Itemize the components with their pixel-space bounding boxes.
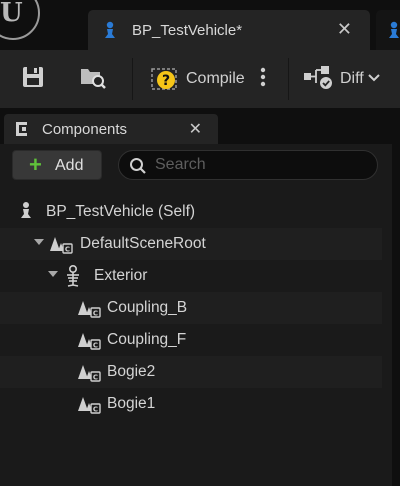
save-icon xyxy=(20,64,46,95)
components-icon xyxy=(13,120,33,143)
tree-row-label: Exterior xyxy=(94,267,148,284)
tab-components[interactable]: Components ✕ xyxy=(4,114,218,144)
tree-row-coupling-f[interactable]: C Coupling_F xyxy=(0,324,382,356)
blueprint-toolbar: ? Compile Diff xyxy=(0,50,400,108)
tree-row-label: Bogie2 xyxy=(107,363,156,380)
svg-text:C: C xyxy=(93,373,98,381)
document-tab-secondary[interactable] xyxy=(376,10,400,50)
compile-warning-icon: ? xyxy=(150,65,180,93)
tree-row-label: DefaultSceneRoot xyxy=(80,235,206,252)
scene-component-icon: C xyxy=(76,393,102,420)
search-box[interactable] xyxy=(118,150,378,180)
diff-icon xyxy=(302,63,336,96)
compile-options-button[interactable] xyxy=(258,60,268,98)
blueprint-pawn-icon xyxy=(100,21,120,46)
add-component-button[interactable]: + Add xyxy=(12,150,102,180)
skeletal-mesh-icon xyxy=(64,264,82,292)
components-panel: + Add BP_TestVehicle (Self) xyxy=(0,144,392,486)
tree-row-label: Coupling_F xyxy=(107,331,187,348)
tree-row-defaultsceneroot[interactable]: C DefaultSceneRoot xyxy=(0,228,382,260)
tree-row-label: BP_TestVehicle (Self) xyxy=(46,203,196,220)
expand-arrow-icon[interactable] xyxy=(48,271,58,277)
svg-text:C: C xyxy=(93,405,98,413)
scene-component-icon: C xyxy=(76,329,102,356)
components-tab-label: Components xyxy=(42,121,128,138)
title-bar: U BP_TestVehicle* ✕ xyxy=(0,0,400,50)
tree-row-self[interactable]: BP_TestVehicle (Self) xyxy=(0,196,382,228)
diff-button[interactable]: Diff xyxy=(302,60,380,98)
search-icon xyxy=(129,157,147,180)
compile-button[interactable]: ? Compile xyxy=(150,60,245,98)
add-label: Add xyxy=(55,157,84,174)
expand-arrow-icon[interactable] xyxy=(34,239,44,245)
close-icon[interactable]: ✕ xyxy=(189,119,202,139)
panel-border xyxy=(392,108,400,486)
unreal-logo-icon[interactable]: U xyxy=(0,0,40,40)
more-vertical-icon xyxy=(258,66,268,93)
document-tab-label: BP_TestVehicle* xyxy=(132,22,243,39)
tree-row-bogie2[interactable]: C Bogie2 xyxy=(0,356,382,388)
toolbar-divider xyxy=(288,58,289,100)
browse-to-asset-button[interactable] xyxy=(78,60,108,98)
close-icon[interactable]: ✕ xyxy=(337,19,352,40)
tree-row-bogie1[interactable]: C Bogie1 xyxy=(0,388,382,420)
toolbar-divider xyxy=(132,58,133,100)
diff-label: Diff xyxy=(340,70,364,87)
svg-text:C: C xyxy=(65,245,70,253)
save-button[interactable] xyxy=(20,60,46,98)
tree-row-label: Bogie1 xyxy=(107,395,156,412)
search-input[interactable] xyxy=(155,155,365,175)
document-tab-bp-testvehicle[interactable]: BP_TestVehicle* ✕ xyxy=(88,10,370,50)
scene-component-icon: C xyxy=(48,233,74,260)
scene-component-icon: C xyxy=(76,361,102,388)
tree-row-label: Coupling_B xyxy=(107,299,188,316)
blueprint-pawn-icon xyxy=(384,21,400,46)
compile-label: Compile xyxy=(186,70,245,87)
tree-row-exterior[interactable]: Exterior xyxy=(0,260,382,292)
scene-component-icon: C xyxy=(76,297,102,324)
folder-search-icon xyxy=(78,63,108,96)
tree-row-coupling-b[interactable]: C Coupling_B xyxy=(0,292,382,324)
plus-icon: + xyxy=(29,152,42,177)
chevron-down-icon xyxy=(368,70,380,88)
svg-text:?: ? xyxy=(162,73,170,89)
pawn-icon xyxy=(18,201,34,226)
svg-text:C: C xyxy=(93,341,98,349)
components-panel-tab-row: Components ✕ xyxy=(0,108,400,144)
svg-text:C: C xyxy=(93,309,98,317)
